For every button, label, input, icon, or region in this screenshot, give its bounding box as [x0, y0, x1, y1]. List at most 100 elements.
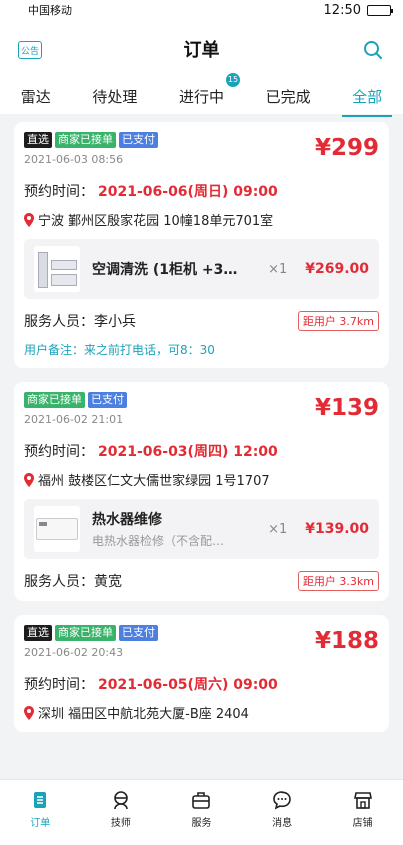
page-title: 订单 — [183, 40, 220, 61]
search-icon[interactable] — [363, 40, 383, 60]
staff-label: 服务人员： — [24, 314, 94, 330]
direct-tag: 直选 — [24, 132, 52, 148]
order-card[interactable]: 直选 商家已接单 已支付 2021-06-02 20:43 ¥188 预约时间：… — [14, 615, 389, 732]
order-icon — [34, 792, 47, 808]
service-staff: 服务人员：黄宽 距用户 3.3km — [24, 571, 379, 591]
item-description: 电热水器检修（不含配… — [92, 534, 225, 548]
order-tags: 直选 商家已接单 已支付 — [24, 132, 158, 148]
status-bar: 中国移动 12:50 — [0, 0, 403, 20]
carrier-label: 中国移动 — [28, 4, 72, 17]
appointment-label: 预约时间： — [24, 444, 94, 460]
order-date: 2021-06-02 21:01 — [24, 413, 124, 426]
appointment-time: 预约时间： 2021-06-03(周四) 12:00 — [24, 441, 379, 461]
staff-name: 黄宽 — [94, 574, 122, 590]
staff-info: 服务人员：黄宽 — [24, 571, 122, 591]
order-card-top: 直选 商家已接单 已支付 2021-06-02 20:43 ¥188 — [24, 625, 379, 659]
appointment-value: 2021-06-05(周六) 09:00 — [98, 677, 278, 693]
tab-completed[interactable]: 已完成 — [262, 80, 315, 113]
order-date: 2021-06-02 20:43 — [24, 646, 124, 659]
time-label: 12:50 — [323, 2, 361, 18]
technician-icon — [114, 791, 128, 810]
accepted-tag: 商家已接单 — [55, 132, 116, 148]
announcement-button[interactable]: 公告 — [18, 41, 42, 59]
service-icon — [192, 792, 211, 809]
appointment-label: 预约时间： — [24, 677, 94, 693]
order-tabs: 雷达 待处理 进行中 15 已完成 全部 — [0, 72, 403, 117]
tab-label: 全部 — [352, 87, 383, 106]
direct-tag: 直选 — [24, 625, 52, 641]
tabbar-label: 技师 — [110, 818, 131, 829]
item-quantity: ×1 — [268, 261, 288, 277]
appointment-time: 预约时间： 2021-06-06(周日) 09:00 — [24, 181, 379, 201]
order-tags: 直选 商家已接单 已支付 — [24, 625, 158, 641]
item-quantity: ×1 — [268, 521, 288, 537]
tabbar-item-store[interactable]: 店铺 — [333, 790, 393, 829]
order-price: ¥139 — [314, 395, 379, 421]
tab-label: 待处理 — [92, 87, 138, 106]
service-staff: 服务人员：李小兵 距用户 3.7km — [24, 311, 379, 331]
tab-count-badge: 15 — [225, 72, 240, 87]
message-icon — [273, 791, 291, 810]
distance-badge: 距用户 3.7km — [297, 311, 379, 331]
address-text: 福州 鼓楼区仁文大儒世家绿园 1号1707 — [38, 474, 270, 489]
tab-radar[interactable]: 雷达 — [17, 80, 55, 113]
staff-name: 李小兵 — [94, 314, 136, 330]
tabbar-item-technician[interactable]: 技师 — [91, 790, 151, 829]
order-card[interactable]: 商家已接单 已支付 2021-06-02 21:01 ¥139 预约时间： 202… — [14, 382, 389, 601]
order-tags: 商家已接单 已支付 — [24, 392, 127, 408]
paid-tag: 已支付 — [119, 132, 158, 148]
tab-label: 已完成 — [265, 87, 311, 106]
item-price: ¥269.00 — [305, 261, 369, 277]
order-price: ¥188 — [314, 628, 379, 654]
tab-pending[interactable]: 待处理 — [88, 80, 141, 113]
app-header: 公告 订单 — [0, 20, 403, 78]
address-text: 深圳 福田区中航北苑大厦-B座 2404 — [38, 707, 249, 722]
item-info: 空调清洗 (1柜机 +3… — [92, 259, 268, 279]
appointment-value: 2021-06-06(周日) 09:00 — [98, 184, 278, 200]
status-right: 12:50 — [323, 2, 393, 18]
staff-label: 服务人员： — [24, 574, 94, 590]
tabbar-label: 店铺 — [352, 818, 373, 829]
tabbar-item-messages[interactable]: 消息 — [252, 790, 312, 829]
announcement-label: 公告 — [20, 46, 39, 57]
tab-all[interactable]: 全部 — [342, 80, 393, 117]
order-meta: 直选 商家已接单 已支付 2021-06-03 08:56 — [24, 132, 158, 166]
appointment-value: 2021-06-03(周四) 12:00 — [98, 444, 278, 460]
order-address: 福州 鼓楼区仁文大儒世家绿园 1号1707 — [24, 470, 379, 489]
item-info: 热水器维修 电热水器检修（不含配… — [92, 509, 268, 549]
store-icon — [353, 792, 372, 809]
tabbar-item-orders[interactable]: 订单 — [10, 790, 70, 829]
item-name: 热水器维修 — [92, 512, 162, 528]
order-card[interactable]: 直选 商家已接单 已支付 2021-06-03 08:56 ¥299 预约时间：… — [14, 122, 389, 368]
order-address: 深圳 福田区中航北苑大厦-B座 2404 — [24, 703, 379, 722]
order-item[interactable]: 空调清洗 (1柜机 +3… ×1 ¥269.00 — [24, 239, 379, 299]
order-meta: 商家已接单 已支付 2021-06-02 21:01 — [24, 392, 127, 426]
appointment-time: 预约时间： 2021-06-05(周六) 09:00 — [24, 674, 379, 694]
order-item[interactable]: 热水器维修 电热水器检修（不含配… ×1 ¥139.00 — [24, 499, 379, 559]
tab-in-progress[interactable]: 进行中 15 — [175, 72, 240, 113]
paid-tag: 已支付 — [88, 392, 127, 408]
accepted-tag: 商家已接单 — [24, 392, 85, 408]
location-pin-icon — [24, 472, 34, 487]
accepted-tag: 商家已接单 — [55, 625, 116, 641]
item-price: ¥139.00 — [305, 521, 369, 537]
battery-icon — [367, 4, 393, 16]
tabbar-label: 服务 — [191, 818, 212, 829]
order-address: 宁波 鄞州区殷家花园 10幢18单元701室 — [24, 210, 379, 229]
bottom-tab-bar: 订单 技师 服务 消息 店铺 — [0, 779, 403, 845]
order-date: 2021-06-03 08:56 — [24, 153, 124, 166]
appointment-label: 预约时间： — [24, 184, 94, 200]
order-card-top: 直选 商家已接单 已支付 2021-06-03 08:56 ¥299 — [24, 132, 379, 166]
tabbar-label: 消息 — [272, 818, 293, 829]
order-card-top: 商家已接单 已支付 2021-06-02 21:01 ¥139 — [24, 392, 379, 426]
order-list: 直选 商家已接单 已支付 2021-06-03 08:56 ¥299 预约时间：… — [0, 114, 403, 779]
tab-label: 进行中 — [178, 87, 224, 106]
item-name: 空调清洗 (1柜机 +3… — [92, 262, 238, 278]
tab-label: 雷达 — [20, 87, 51, 106]
order-price: ¥299 — [314, 135, 379, 161]
location-pin-icon — [24, 212, 34, 227]
paid-tag: 已支付 — [119, 625, 158, 641]
tabbar-label: 订单 — [30, 818, 51, 829]
location-pin-icon — [24, 705, 34, 720]
tabbar-item-service[interactable]: 服务 — [171, 790, 231, 829]
